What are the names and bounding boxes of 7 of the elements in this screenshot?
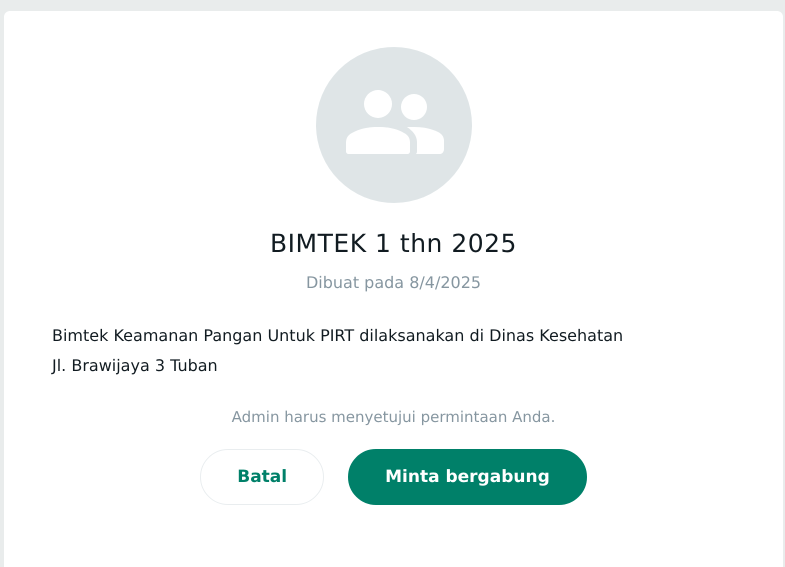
group-description: Bimtek Keamanan Pangan Untuk PIRT dilaksanakan di Dinas Kesehatan Jl. Brawijaya 3 Tuban	[52, 325, 624, 377]
created-date: Dibuat pada 8/4/2025	[304, 273, 482, 293]
request-join-button[interactable]: Minta bergabung	[348, 449, 587, 505]
group-avatar-icon	[316, 47, 472, 203]
group-name: BIMTEK 1 thn 2025	[269, 229, 518, 259]
approval-note: Admin harus menyetujui permintaan Anda.	[230, 407, 556, 427]
cancel-button[interactable]: Batal	[200, 449, 324, 505]
